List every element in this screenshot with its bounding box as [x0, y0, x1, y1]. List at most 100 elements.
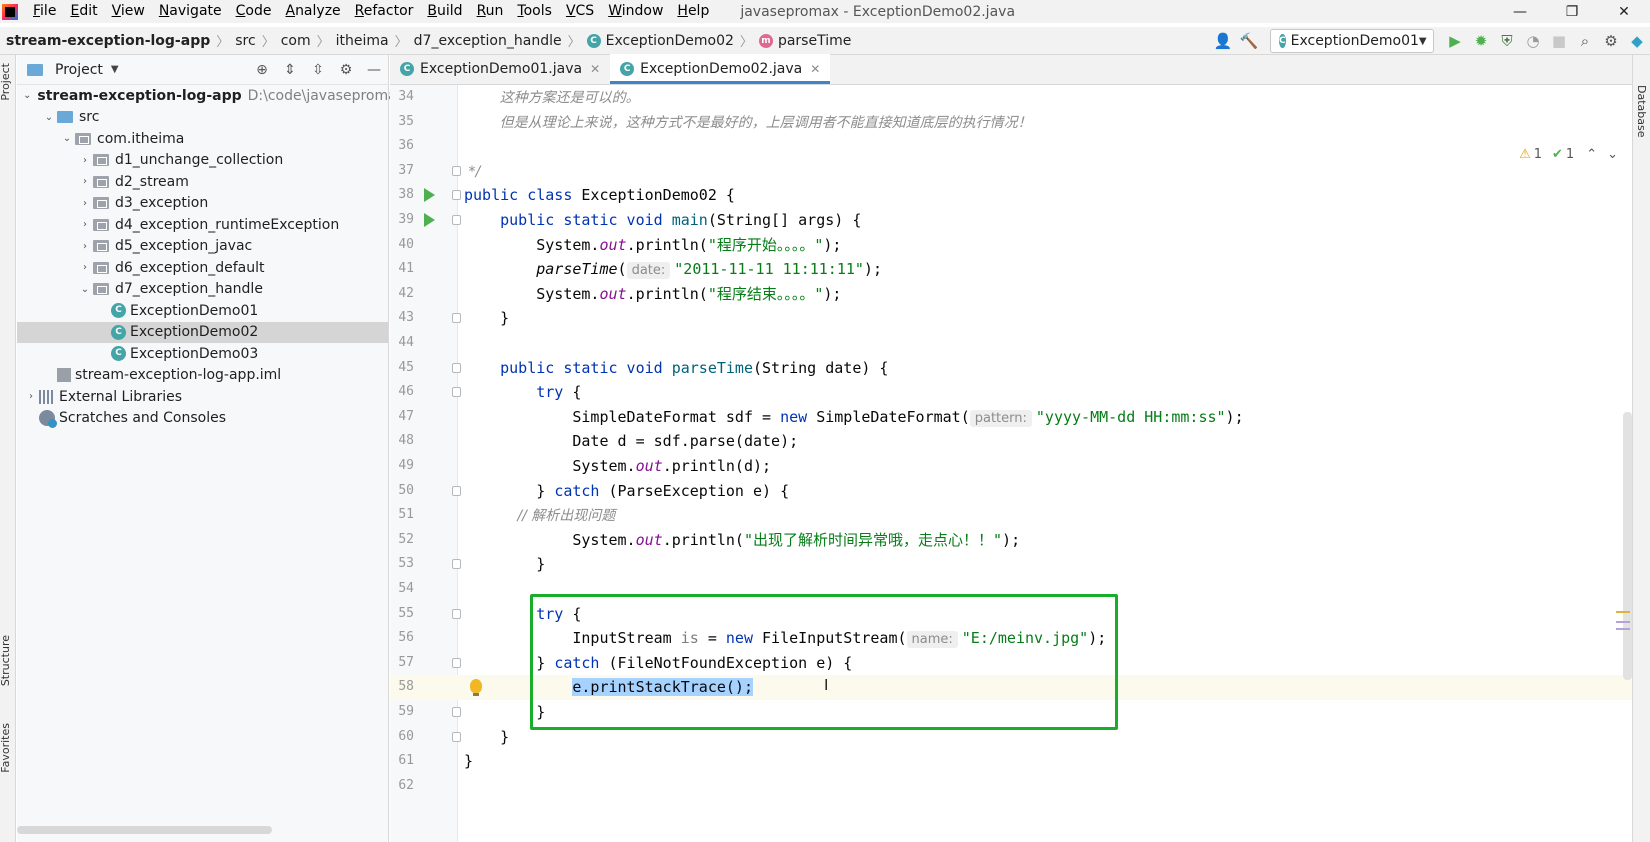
breadcrumb-package[interactable]: d7_exception_handle — [414, 33, 562, 49]
chevron-right-icon[interactable]: › — [77, 176, 93, 187]
database-tool-tab[interactable]: Database — [1635, 85, 1648, 138]
close-window-button[interactable]: ✕ — [1598, 0, 1650, 23]
fold-marker-icon[interactable] — [452, 215, 461, 225]
tree-item[interactable]: › External Libraries — [17, 386, 388, 408]
chevron-right-icon[interactable]: › — [77, 198, 93, 209]
code-line[interactable]: 56 InputStream is = new FileInputStream(… — [390, 626, 1632, 651]
close-icon[interactable]: ✕ — [590, 62, 600, 76]
chevron-down-icon[interactable]: ▼ — [111, 64, 119, 75]
tree-item[interactable]: › d6_exception_default — [17, 257, 388, 279]
code-line[interactable]: 49 System.out.println(d); — [390, 454, 1632, 479]
code-line[interactable]: 37 */ — [390, 159, 1632, 184]
code-line[interactable]: 54 — [390, 577, 1632, 602]
chevron-right-icon[interactable]: › — [77, 155, 93, 166]
run-configuration-select[interactable]: C ExceptionDemo01 ▼ — [1270, 29, 1434, 53]
menu-window[interactable]: Window — [601, 0, 670, 23]
tree-item[interactable]: C ExceptionDemo03 — [17, 343, 388, 365]
menu-navigate[interactable]: Navigate — [152, 0, 229, 23]
code-line[interactable]: 35 但是从理论上来说，这种方式不是最好的，上层调用者不能直接知道底层的执行情况… — [390, 110, 1632, 135]
coverage-icon[interactable]: ⛨ — [1494, 27, 1520, 55]
code-line[interactable]: 34 这种方案还是可以的。 — [390, 85, 1632, 110]
menu-help[interactable]: Help — [670, 0, 716, 23]
favorites-tool-tab[interactable]: Favorites — [0, 723, 12, 773]
chevron-right-icon[interactable]: › — [77, 241, 93, 252]
fold-marker-icon[interactable] — [452, 362, 461, 373]
tree-item[interactable]: ⌄ d7_exception_handle — [17, 279, 388, 301]
structure-tool-tab[interactable]: Structure — [0, 635, 12, 686]
menu-vcs[interactable]: VCS — [559, 0, 601, 23]
menu-view[interactable]: View — [105, 0, 152, 23]
tree-item[interactable]: › d3_exception — [17, 193, 388, 215]
chevron-right-icon[interactable]: › — [77, 262, 93, 273]
code-line[interactable]: 57 } catch (FileNotFoundException e) { — [390, 651, 1632, 676]
code-line[interactable]: 38 public class ExceptionDemo02 { — [390, 183, 1632, 208]
expand-all-icon[interactable]: ⇕ — [276, 55, 304, 85]
project-tool-tab[interactable]: Project — [0, 63, 12, 101]
vertical-scrollbar[interactable] — [1623, 412, 1632, 680]
tree-item[interactable]: C ExceptionDemo01 — [17, 300, 388, 322]
menu-refactor[interactable]: Refactor — [348, 0, 421, 23]
fold-marker-icon[interactable] — [452, 190, 461, 201]
profile-icon[interactable]: ◔ — [1520, 27, 1546, 55]
hide-pane-icon[interactable]: — — [360, 55, 388, 85]
code-line[interactable]: 50 } catch (ParseException e) { — [390, 479, 1632, 504]
run-icon[interactable]: ▶ — [1442, 27, 1468, 55]
gear-icon[interactable]: ⚙ — [332, 55, 360, 85]
plugin-icon[interactable]: ◆ — [1624, 27, 1650, 55]
code-line[interactable]: 46 try { — [390, 380, 1632, 405]
collapse-all-icon[interactable]: ⇳ — [304, 55, 332, 85]
tree-item[interactable]: › d1_unchange_collection — [17, 150, 388, 172]
chevron-right-icon[interactable]: › — [23, 391, 39, 402]
debug-icon[interactable]: ✹ — [1468, 27, 1494, 55]
usage-stripe-marker[interactable] — [1616, 621, 1630, 623]
tree-item[interactable]: › d5_exception_javac — [17, 236, 388, 258]
close-icon[interactable]: ✕ — [810, 62, 820, 76]
breadcrumb-itheima[interactable]: itheima — [336, 33, 389, 49]
code-line[interactable]: 45 public static void parseTime(String d… — [390, 356, 1632, 381]
next-highlight-icon[interactable]: ⌄ — [1607, 147, 1618, 162]
project-pane-title[interactable]: Project — [55, 62, 103, 78]
tree-item[interactable]: ⌄ com.itheima — [17, 128, 388, 150]
restore-button[interactable]: ❐ — [1546, 0, 1598, 23]
menu-edit[interactable]: Edit — [63, 0, 104, 23]
menu-analyze[interactable]: Analyze — [278, 0, 347, 23]
tree-item[interactable]: stream-exception-log-app.iml — [17, 365, 388, 387]
warning-stripe-marker[interactable] — [1616, 611, 1630, 613]
horizontal-scrollbar[interactable] — [17, 826, 272, 834]
run-gutter-icon[interactable] — [424, 213, 435, 227]
usage-stripe-marker[interactable] — [1616, 628, 1630, 630]
code-line[interactable]: 48 Date d = sdf.parse(date); — [390, 429, 1632, 454]
code-line[interactable]: 61} — [390, 749, 1632, 774]
chevron-down-icon[interactable]: ⌄ — [77, 284, 93, 295]
code-line[interactable]: 44 — [390, 331, 1632, 356]
tab-exceptiondemo02[interactable]: C ExceptionDemo02.java ✕ — [610, 54, 831, 84]
code-line[interactable]: 52 System.out.println("出现了解析时间异常哦，走点心！！"… — [390, 528, 1632, 553]
build-hammer-icon[interactable]: 🔨 — [1236, 27, 1262, 55]
fold-marker-icon[interactable] — [452, 485, 461, 496]
chevron-right-icon[interactable]: › — [77, 219, 93, 230]
code-line[interactable]: 62 — [390, 774, 1632, 799]
menu-file[interactable]: File — [26, 0, 63, 23]
run-gutter-icon[interactable] — [424, 188, 435, 203]
tree-item[interactable]: C ExceptionDemo02 — [17, 321, 388, 343]
code-line[interactable]: 41 parseTime(date: "2011-11-11 11:11:11")… — [390, 257, 1632, 282]
code-line[interactable]: 39 public static void main(String[] args… — [390, 208, 1632, 233]
code-line[interactable]: 60 } — [390, 725, 1632, 750]
fold-marker-icon[interactable] — [452, 731, 461, 742]
code-line[interactable]: 59 } — [390, 700, 1632, 725]
gear-icon[interactable]: ⚙ — [1598, 27, 1624, 55]
fold-marker-icon[interactable] — [452, 313, 461, 324]
code-line[interactable]: 55 try { — [390, 602, 1632, 627]
menu-build[interactable]: Build — [420, 0, 469, 23]
tree-item[interactable]: ⌄ src — [17, 107, 388, 129]
menu-tools[interactable]: Tools — [510, 0, 559, 23]
breadcrumb-com[interactable]: com — [281, 33, 311, 49]
code-line[interactable]: 58 e.printStackTrace(); — [390, 675, 1632, 700]
chevron-down-icon[interactable]: ⌄ — [23, 90, 31, 101]
inspection-widget[interactable]: ⚠ 1 ✔ 1 ⌃ ⌄ — [1519, 147, 1618, 162]
breadcrumb-method[interactable]: m parseTime — [758, 33, 851, 49]
code-line[interactable]: 47 SimpleDateFormat sdf = new SimpleDate… — [390, 405, 1632, 430]
search-icon[interactable]: ⌕ — [1572, 27, 1598, 55]
breadcrumb-class[interactable]: C ExceptionDemo02 — [586, 33, 734, 49]
code-line[interactable]: 51 // 解析出现问题 — [390, 503, 1632, 528]
